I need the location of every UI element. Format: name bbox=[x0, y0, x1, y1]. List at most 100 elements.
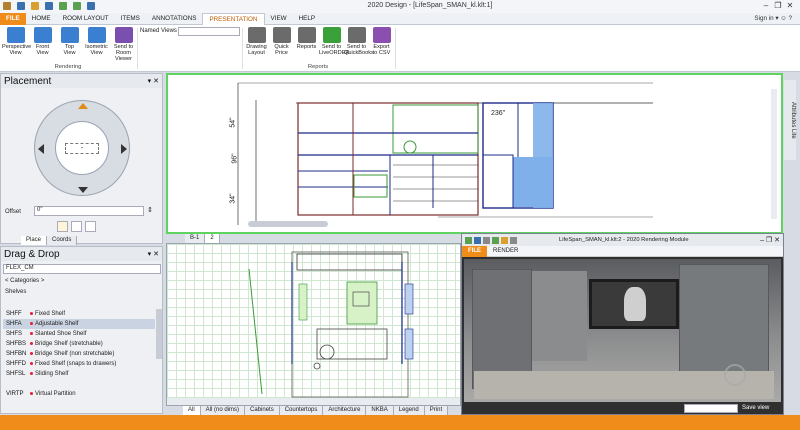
tab-coords[interactable]: Coords bbox=[47, 236, 78, 245]
categories-link[interactable]: < Categories > bbox=[5, 278, 44, 284]
ribbon-button-label: Top View bbox=[63, 44, 76, 56]
item-code: SHFSL bbox=[6, 371, 26, 377]
liveorder-icon bbox=[322, 27, 341, 43]
undo-icon[interactable] bbox=[492, 236, 499, 244]
save-view-select[interactable] bbox=[684, 404, 738, 413]
save-icon[interactable] bbox=[474, 236, 481, 244]
close-icon[interactable]: ✕ bbox=[784, 1, 796, 10]
ribbon-button-rv[interactable]: Send to Room Viewer bbox=[110, 27, 137, 62]
tab-help[interactable]: HELP bbox=[293, 13, 321, 25]
copy-icon[interactable] bbox=[85, 221, 96, 232]
attributes-lite-tab[interactable]: Attributes Lite bbox=[784, 80, 796, 160]
nav-control-icon[interactable] bbox=[724, 364, 746, 386]
catalog-item[interactable]: SHFSL Sliding Shelf bbox=[3, 369, 155, 379]
ribbon-button-csv[interactable]: Export to CSV bbox=[369, 27, 394, 56]
rendering-group-label: Rendering bbox=[54, 64, 82, 70]
panel-controls-icon[interactable]: ▾ ✕ bbox=[148, 250, 159, 258]
arrow-down-icon[interactable] bbox=[78, 187, 88, 193]
render-title: LifeSpan_SMAN_kl.klt:2 - 2020 Rendering … bbox=[559, 237, 689, 243]
catalog-item[interactable]: SHFBS Bridge Shelf (stretchable) bbox=[3, 339, 155, 349]
plan-tab-5[interactable]: NKBA bbox=[366, 406, 394, 415]
catalog-item[interactable]: VIRTP Virtual Partition bbox=[3, 389, 155, 399]
tab-b1[interactable]: B-1 bbox=[185, 234, 206, 243]
ribbon-button-quick-price[interactable]: Quick Price bbox=[269, 27, 294, 56]
drag-drop-panel: Drag & Drop ▾ ✕ FLEX_CM < Categories > S… bbox=[0, 246, 163, 414]
tab-room-layout[interactable]: ROOM LAYOUT bbox=[57, 13, 115, 25]
plan-view[interactable] bbox=[166, 243, 461, 406]
item-code: SHFS bbox=[6, 331, 23, 337]
ribbon-button-perspective[interactable]: Perspective View bbox=[2, 27, 31, 56]
plan-hscrollbar[interactable] bbox=[167, 398, 460, 405]
plan-tab-0[interactable]: All bbox=[183, 406, 201, 415]
arrow-right-icon[interactable] bbox=[121, 144, 127, 154]
arrow-up-icon[interactable] bbox=[78, 103, 88, 109]
render-window: LifeSpan_SMAN_kl.klt:2 - 2020 Rendering … bbox=[461, 233, 784, 415]
ribbon-button-liveorder[interactable]: Send to LiveORDER bbox=[319, 27, 349, 56]
tab-annotations[interactable]: ANNOTATIONS bbox=[146, 13, 203, 25]
ribbon-button-reports[interactable]: Reports bbox=[294, 27, 319, 50]
snap-icon[interactable] bbox=[57, 221, 68, 232]
restore-icon[interactable]: ❐ bbox=[772, 1, 784, 10]
settings-icon[interactable] bbox=[510, 236, 517, 244]
save-icon[interactable] bbox=[16, 2, 25, 10]
ribbon-button-top-view[interactable]: Top View bbox=[56, 27, 83, 56]
render-tab-render[interactable]: RENDER bbox=[487, 246, 524, 257]
render-viewport[interactable] bbox=[464, 259, 781, 402]
catalog-item[interactable]: SHFS Slanted Shoe Shelf bbox=[3, 329, 155, 339]
item-code: SHFA bbox=[6, 321, 22, 327]
elevation-view[interactable]: 54" 96" 34" 236" bbox=[166, 73, 783, 234]
ribbon-button-quickbooks[interactable]: Send to QuickBooks bbox=[344, 27, 374, 56]
elevation-hscrollbar[interactable] bbox=[248, 221, 328, 227]
rotate-icon[interactable] bbox=[71, 221, 82, 232]
tab-view[interactable]: VIEW bbox=[265, 13, 293, 25]
plan-tab-7[interactable]: Print bbox=[424, 406, 449, 415]
tab-home[interactable]: HOME bbox=[26, 13, 57, 25]
catalog-item[interactable]: SHFA Adjustable Shelf bbox=[3, 319, 155, 329]
open-icon[interactable] bbox=[30, 2, 39, 10]
catalog-item[interactable]: SHFFD Fixed Shelf (snaps to drawers) bbox=[3, 359, 155, 369]
ribbon-button-label: Quick Price bbox=[274, 44, 289, 56]
save-view-button[interactable]: Save view bbox=[742, 405, 769, 411]
elevation-vscrollbar[interactable] bbox=[771, 89, 777, 219]
tab-items[interactable]: ITEMS bbox=[115, 13, 146, 25]
tab-file[interactable]: FILE bbox=[0, 12, 26, 25]
placement-dial[interactable]: - bbox=[34, 100, 130, 196]
print-icon[interactable] bbox=[483, 236, 490, 244]
arrow-left-icon[interactable] bbox=[38, 144, 44, 154]
ribbon-button-drawing-layout[interactable]: Drawing Layout bbox=[244, 27, 269, 56]
redo-icon[interactable] bbox=[72, 2, 81, 10]
tab-place[interactable]: Place bbox=[21, 236, 48, 245]
render-window-controls-icon[interactable]: – ❐ ✕ bbox=[760, 236, 780, 244]
item-description: Sliding Shelf bbox=[35, 371, 69, 377]
plan-tab-4[interactable]: Architecture bbox=[323, 406, 367, 415]
plan-tab-3[interactable]: Countertops bbox=[279, 406, 324, 415]
offset-spinner-icon[interactable]: ⇕ bbox=[147, 206, 153, 214]
front-view-icon bbox=[33, 27, 52, 43]
ribbon-button-label: Reports bbox=[296, 44, 317, 50]
panel-controls-icon[interactable]: ▾ ✕ bbox=[148, 77, 159, 85]
named-views-select[interactable] bbox=[178, 27, 240, 36]
ribbon-button-isometric[interactable]: Isometric View bbox=[83, 27, 110, 56]
render-tab-file[interactable]: FILE bbox=[462, 245, 487, 257]
plan-tab-6[interactable]: Legend bbox=[393, 406, 425, 415]
plan-tab-1[interactable]: All (no dims) bbox=[200, 406, 246, 415]
plan-tab-2[interactable]: Cabinets bbox=[245, 406, 280, 415]
catalog-item[interactable]: SHFF Fixed Shelf bbox=[3, 309, 155, 319]
dial-value[interactable]: - bbox=[65, 143, 99, 154]
placement-tools bbox=[57, 221, 96, 232]
offset-input[interactable]: 0" bbox=[34, 206, 144, 216]
catalog-item[interactable]: SHFBN Bridge Shelf (non stretchable) bbox=[3, 349, 155, 359]
tab-2[interactable]: 2 bbox=[205, 234, 220, 243]
undo-icon[interactable] bbox=[58, 2, 67, 10]
ribbon-button-front-view[interactable]: Front View bbox=[29, 27, 56, 56]
drawing-layout-icon bbox=[247, 27, 266, 43]
print-icon[interactable] bbox=[86, 2, 95, 10]
catalog-select[interactable]: FLEX_CM bbox=[3, 264, 161, 274]
catalog-scrollbar[interactable] bbox=[156, 309, 162, 359]
sign-in-link[interactable]: Sign in ▾ ☺ ? bbox=[754, 15, 792, 22]
tab-presentation[interactable]: PRESENTATION bbox=[202, 12, 265, 25]
item-marker-icon bbox=[30, 371, 33, 375]
minimize-icon[interactable]: – bbox=[760, 1, 772, 10]
camera-icon[interactable] bbox=[501, 236, 508, 244]
new-icon[interactable] bbox=[44, 2, 53, 10]
